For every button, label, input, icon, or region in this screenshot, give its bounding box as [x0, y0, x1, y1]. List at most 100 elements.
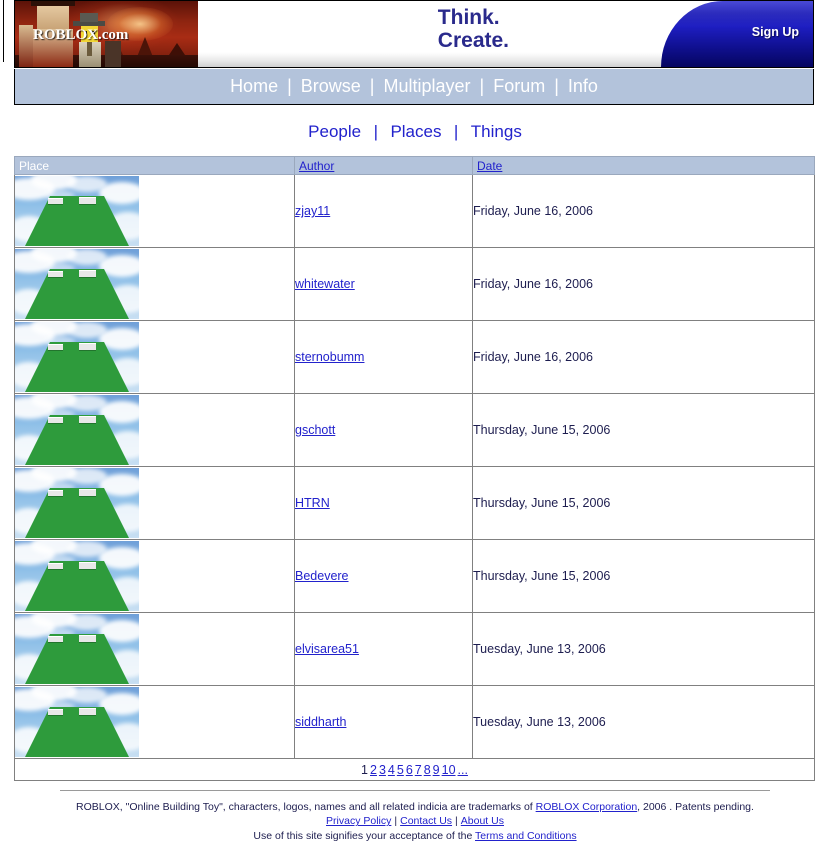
baseplate-shape — [25, 342, 129, 392]
cell-place — [14, 320, 295, 394]
author-link[interactable]: siddharth — [295, 715, 346, 729]
baseplate-shape — [25, 634, 129, 684]
author-link[interactable]: zjay11 — [295, 204, 330, 218]
site-footer: ROBLOX, "Online Building Toy", character… — [0, 800, 830, 843]
nav-separator: | — [554, 76, 559, 96]
banner-character-head — [37, 3, 69, 29]
nav-separator: | — [369, 76, 375, 96]
baseplate-shape — [25, 488, 129, 538]
column-header-place-label: Place — [19, 158, 50, 173]
pagination-row: 1 2 3 4 5 6 7 8 9 10... — [14, 758, 815, 781]
brick-shape — [48, 198, 63, 204]
roblox-corporation-link[interactable]: ROBLOX Corporation — [536, 801, 638, 813]
cell-date: Thursday, June 15, 2006 — [472, 466, 815, 540]
nav-item-multiplayer[interactable]: Multiplayer — [381, 76, 472, 97]
place-thumbnail[interactable] — [15, 614, 139, 684]
place-thumbnail[interactable] — [15, 322, 139, 392]
banner-character-arm — [19, 25, 33, 67]
author-link[interactable]: Bedevere — [295, 569, 349, 583]
page-link-9[interactable]: 9 — [432, 763, 441, 777]
page-link-10[interactable]: 10 — [441, 763, 457, 777]
author-link[interactable]: elvisarea51 — [295, 642, 359, 656]
table-row: elvisarea51 Tuesday, June 13, 2006 — [14, 612, 815, 686]
cell-author: Bedevere — [294, 539, 473, 613]
banner-character-hat — [31, 1, 75, 6]
page-link-5[interactable]: 5 — [396, 763, 405, 777]
place-thumbnail[interactable] — [15, 468, 139, 538]
brick-shape — [79, 562, 96, 569]
place-thumbnail[interactable] — [15, 176, 139, 246]
page-link-3[interactable]: 3 — [378, 763, 387, 777]
sign-up-button[interactable]: Sign Up — [661, 1, 813, 67]
nav-item-forum[interactable]: Forum — [491, 76, 547, 97]
slogan: Think. Create. — [438, 7, 509, 52]
cell-place — [14, 685, 295, 759]
place-thumbnail[interactable] — [15, 395, 139, 465]
roblox-logo[interactable]: ROBLOX.com — [33, 27, 128, 44]
nav-item-browse[interactable]: Browse — [299, 76, 363, 97]
cell-place — [14, 539, 295, 613]
page-current: 1 — [361, 762, 368, 777]
sign-up-gloss — [661, 1, 813, 27]
nav-item-home[interactable]: Home — [228, 76, 280, 97]
author-link[interactable]: sternobumm — [295, 350, 364, 364]
table-body: zjay11 Friday, June 16, 2006 whitewater Fri… — [14, 174, 815, 759]
privacy-policy-link[interactable]: Privacy Policy — [326, 815, 391, 827]
column-header-author: Author — [294, 156, 473, 175]
page-link-7[interactable]: 7 — [414, 763, 423, 777]
cell-date: Friday, June 16, 2006 — [472, 320, 815, 394]
brick-shape — [48, 563, 63, 569]
tab-things[interactable]: Things — [471, 122, 522, 141]
cell-place — [14, 174, 295, 248]
brick-shape — [79, 708, 96, 715]
header-middle-area: Think. Create. — [198, 1, 661, 67]
main-navigation: Home | Browse | Multiplayer | Forum | In… — [14, 69, 814, 105]
place-thumbnail[interactable] — [15, 249, 139, 319]
brick-shape — [48, 344, 63, 350]
brick-shape — [48, 709, 63, 715]
footer-terms-text: Use of this site signifies your acceptan… — [253, 829, 476, 842]
table-row: siddharth Tuesday, June 13, 2006 — [14, 685, 815, 759]
cell-author: zjay11 — [294, 174, 473, 248]
cell-date: Tuesday, June 13, 2006 — [472, 612, 815, 686]
baseplate-shape — [25, 196, 129, 246]
brick-shape — [48, 636, 63, 642]
footer-trademark-text-2: , 2006 . Patents pending. — [637, 801, 754, 813]
tab-people[interactable]: People — [308, 122, 361, 141]
cell-place — [14, 247, 295, 321]
table-header-row: Place Author Date — [14, 156, 815, 175]
footer-trademark-line: ROBLOX, "Online Building Toy", character… — [0, 800, 830, 814]
nav-item-info[interactable]: Info — [566, 76, 600, 97]
page-link-6[interactable]: 6 — [405, 763, 414, 777]
slogan-think: Think. — [437, 6, 500, 29]
brick-shape — [48, 490, 63, 496]
terms-and-conditions-link[interactable]: Terms and Conditions — [475, 830, 577, 842]
cell-date: Tuesday, June 13, 2006 — [472, 685, 815, 759]
footer-links-line: Privacy Policy | Contact Us | About Us — [0, 814, 830, 828]
banner-character2-tie — [87, 42, 92, 56]
page-link-4[interactable]: 4 — [387, 763, 396, 777]
about-us-link[interactable]: About Us — [461, 815, 504, 827]
banner-character2-hat-top — [80, 13, 98, 22]
sort-by-date-link[interactable]: Date — [477, 159, 502, 173]
table-row: Bedevere Thursday, June 15, 2006 — [14, 539, 815, 613]
cell-author: siddharth — [294, 685, 473, 759]
sort-by-author-link[interactable]: Author — [299, 159, 334, 173]
page-link-8[interactable]: 8 — [423, 763, 432, 777]
cell-date: Thursday, June 15, 2006 — [472, 539, 815, 613]
tab-places[interactable]: Places — [390, 122, 441, 141]
brick-shape — [79, 270, 96, 277]
page-left-border — [3, 0, 4, 62]
page-link-2[interactable]: 2 — [369, 763, 378, 777]
contact-us-link[interactable]: Contact Us — [400, 815, 452, 827]
roblox-banner-artwork: ROBLOX.com — [15, 1, 198, 67]
author-link[interactable]: HTRN — [295, 496, 330, 510]
place-thumbnail[interactable] — [15, 687, 139, 757]
author-link[interactable]: gschott — [295, 423, 335, 437]
table-row: HTRN Thursday, June 15, 2006 — [14, 466, 815, 540]
brick-shape — [79, 416, 96, 423]
category-tab-separator: | — [373, 122, 378, 141]
author-link[interactable]: whitewater — [295, 277, 355, 291]
page-link-more[interactable]: ... — [457, 763, 469, 777]
place-thumbnail[interactable] — [15, 541, 139, 611]
